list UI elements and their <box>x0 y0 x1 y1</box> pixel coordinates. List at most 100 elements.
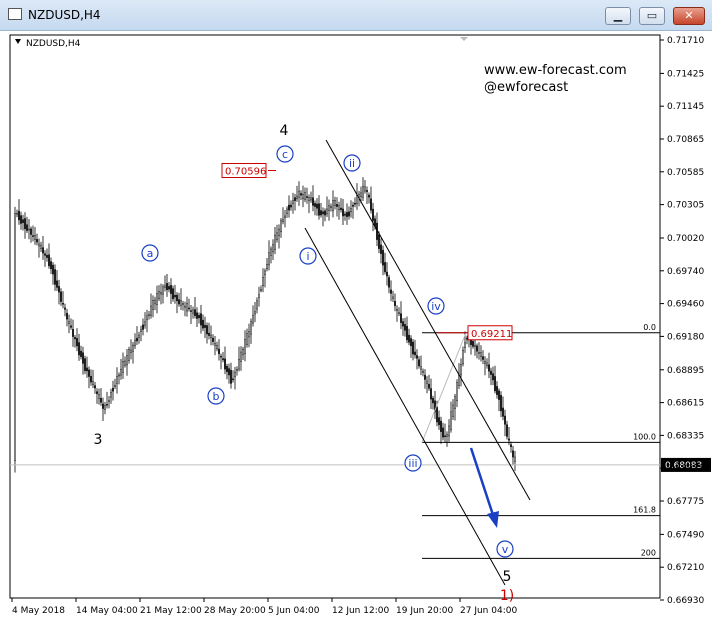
candle-body <box>164 285 166 288</box>
candle-body <box>38 243 40 247</box>
candle-body <box>34 235 36 240</box>
candle-body <box>234 371 236 378</box>
candle-body <box>342 208 344 217</box>
chart-grid: NZDUSD,H4 <box>9 34 661 599</box>
candle-body <box>202 319 204 329</box>
candle-body <box>154 299 156 305</box>
candle-body <box>294 197 296 201</box>
candle-body <box>286 208 288 214</box>
candle-body <box>32 235 34 237</box>
window-title: NZDUSD,H4 <box>28 8 101 22</box>
annotations: 0.680830.0100.0161.82000.705960.69211345… <box>10 63 711 604</box>
candle-body <box>100 398 102 403</box>
wave-label-ii: ii <box>349 157 355 170</box>
projection-arrow-line <box>469 447 496 519</box>
candle-body <box>442 427 444 438</box>
candle-body <box>196 312 198 319</box>
candle-body <box>58 286 60 293</box>
y-tick-label: 0.68615 <box>667 399 704 409</box>
candle-body <box>336 204 338 207</box>
candle-body <box>62 303 64 305</box>
candle-body <box>348 211 350 217</box>
candle-body <box>114 385 116 387</box>
candle-body <box>390 289 392 294</box>
candle-body <box>318 203 320 216</box>
candle-body <box>356 195 358 204</box>
candle-body <box>60 291 62 302</box>
candle-body <box>138 334 140 338</box>
candle-body <box>280 220 282 233</box>
candle-body <box>296 195 298 200</box>
y-tick-label: 0.70305 <box>667 201 704 211</box>
candle-body <box>398 312 400 314</box>
wave-label-v: v <box>502 543 509 556</box>
candle-body <box>354 202 356 205</box>
candle-body <box>330 206 332 209</box>
candle-body <box>304 192 306 200</box>
candle-body <box>290 204 292 208</box>
y-tick-label: 0.68055 <box>667 464 704 474</box>
candle-body <box>228 368 230 376</box>
candle-body <box>472 341 474 347</box>
candle-body <box>188 307 190 310</box>
candle-body <box>506 424 508 437</box>
candle-body <box>500 395 502 412</box>
axes: 0.71710 0.71425 0.71145 0.70865 0.70585 0.703… <box>11 36 704 616</box>
minimize-button[interactable]: ▁ <box>605 7 631 25</box>
candle-body <box>410 338 412 347</box>
candle-body <box>146 315 148 321</box>
candle-body <box>450 411 452 431</box>
candle-body <box>276 232 278 241</box>
wave-label-iv: iv <box>431 300 441 313</box>
candle-body <box>64 307 66 310</box>
candle-body <box>90 375 92 383</box>
close-button[interactable]: ✕ <box>673 7 705 25</box>
price-chart[interactable]: NZDUSD,H4 0.680830.0100.0161.82000.70596… <box>0 30 712 630</box>
candle-body <box>14 213 16 461</box>
candle-body <box>94 385 96 389</box>
candle-body <box>160 292 162 295</box>
y-tick-label: 0.71710 <box>667 36 704 46</box>
candle-body <box>16 212 18 215</box>
candle-body <box>20 215 22 224</box>
candle-body <box>332 200 334 211</box>
candle-body <box>474 345 476 347</box>
fib-level-label: 100.0 <box>633 432 656 441</box>
candle-body <box>340 207 342 210</box>
candle-body <box>484 360 486 364</box>
candle-body <box>108 400 110 402</box>
candle-body <box>26 224 28 231</box>
candle-body <box>384 262 386 273</box>
candle-body <box>504 415 506 425</box>
candle-body <box>446 434 448 437</box>
candle-body <box>48 254 50 267</box>
channel-lower-line <box>304 227 506 586</box>
candle-body <box>394 300 396 307</box>
candle-body <box>308 197 310 201</box>
candle-body <box>388 277 390 288</box>
y-tick-label: 0.66930 <box>667 596 704 606</box>
y-tick-label: 0.71145 <box>667 102 704 112</box>
candle-body <box>460 364 462 376</box>
candle-body <box>134 339 136 347</box>
candle-body <box>278 228 280 237</box>
candle-body <box>52 264 54 275</box>
title-bar[interactable]: NZDUSD,H4 ▁ ▭ ✕ <box>0 0 712 31</box>
y-tick-label: 0.69180 <box>667 332 704 342</box>
candle-body <box>488 364 490 372</box>
candle-body <box>322 211 324 215</box>
candle-body <box>284 215 286 219</box>
candle-body <box>28 228 30 231</box>
candle-body <box>106 403 108 406</box>
watermark-handle: @ewforecast <box>484 80 568 95</box>
y-tick-label: 0.70020 <box>667 234 704 244</box>
candle-body <box>414 351 416 356</box>
candle-body <box>56 280 58 288</box>
y-tick-label: 0.67490 <box>667 530 704 540</box>
candle-body <box>92 381 94 385</box>
candle-body <box>246 333 248 345</box>
candle-body <box>404 324 406 331</box>
candle-body <box>432 397 434 404</box>
maximize-button[interactable]: ▭ <box>639 7 665 25</box>
candle-body <box>362 186 364 198</box>
